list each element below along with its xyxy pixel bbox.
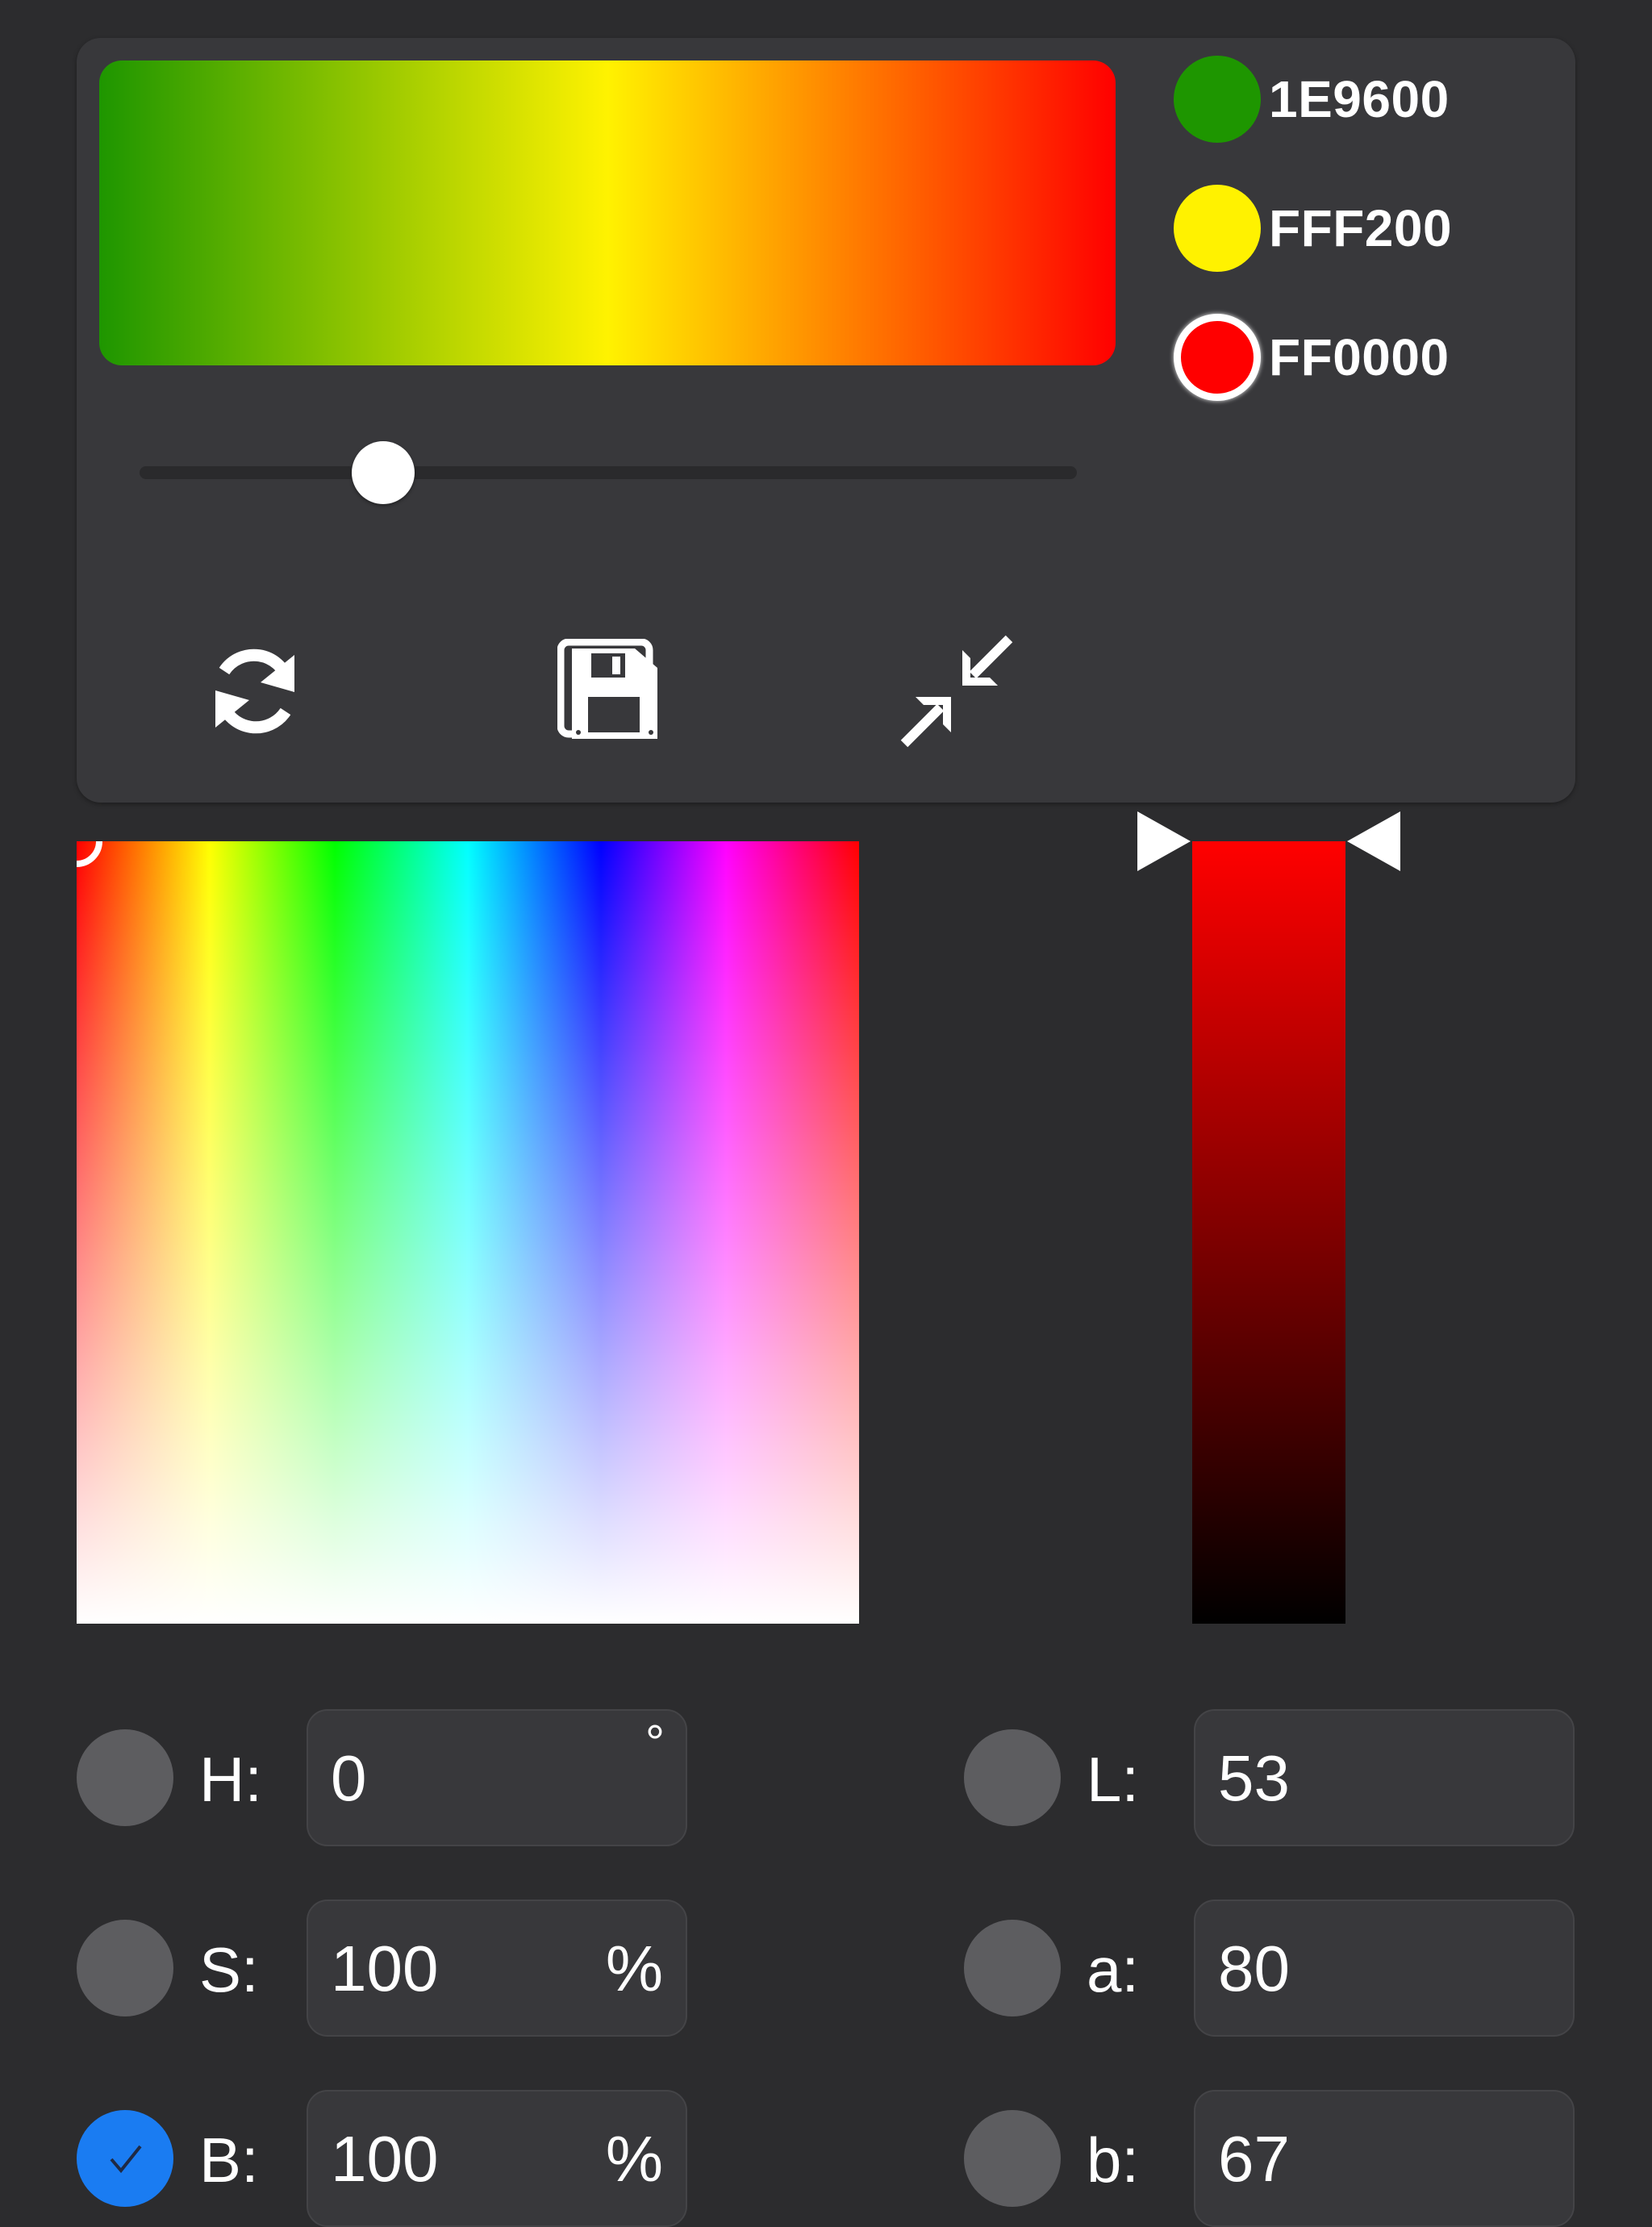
brightness-bar[interactable] [1192, 841, 1345, 1624]
gradient-stop-ff0000[interactable]: FF0000 [1174, 312, 1450, 402]
channel-s-unit: % [605, 1933, 663, 2004]
channel-b-label: B: [199, 2125, 259, 2196]
channel-lab-b-radio[interactable] [964, 2110, 1061, 2207]
stop-swatch[interactable] [1174, 185, 1261, 272]
channel-l-label: L: [1087, 1744, 1140, 1815]
refresh-icon [215, 648, 294, 734]
channel-b-value: 100 [331, 2123, 439, 2195]
gradient-position-slider-track[interactable] [140, 466, 1077, 479]
channel-l-value: 53 [1218, 1742, 1290, 1814]
channel-b-input[interactable]: 100 % [307, 2090, 687, 2227]
checkmark-icon [110, 2145, 142, 2174]
channel-l-radio[interactable] [964, 1729, 1061, 1826]
gradient-position-slider-thumb[interactable] [352, 441, 415, 504]
channel-s-input[interactable]: 100 % [307, 1900, 687, 2037]
refresh-button[interactable] [194, 631, 315, 752]
channel-b-unit: % [605, 2123, 663, 2195]
channel-s-radio[interactable] [77, 1920, 173, 2016]
channel-h-value: 0 [331, 1742, 367, 1814]
channel-a-value: 80 [1218, 1933, 1290, 2004]
brightness-marker-right[interactable] [1347, 811, 1400, 871]
collapse-button[interactable] [896, 631, 1017, 752]
collapse-arrows-icon [900, 635, 1013, 748]
channel-lab-b-value: 67 [1218, 2123, 1290, 2195]
save-button[interactable] [549, 631, 670, 752]
channel-s-value: 100 [331, 1933, 439, 2004]
channel-a-input[interactable]: 80 [1194, 1900, 1575, 2037]
gradient-preview[interactable] [99, 60, 1116, 365]
gradient-stop-fff200[interactable]: FFF200 [1174, 183, 1452, 273]
channel-a-label: a: [1087, 1934, 1140, 2005]
channel-h-unit: ° [645, 1716, 665, 1770]
channel-l-input[interactable]: 53 [1194, 1709, 1575, 1846]
stop-hex-label: FFF200 [1269, 199, 1453, 257]
channel-lab-b-input[interactable]: 67 [1194, 2090, 1575, 2227]
gradient-stop-1e9600[interactable]: 1E9600 [1174, 54, 1450, 144]
saturation-gradient-layer [77, 841, 859, 1624]
stop-swatch[interactable] [1174, 56, 1261, 143]
channel-s-label: S: [199, 1934, 259, 2005]
channel-b-radio[interactable] [77, 2110, 173, 2207]
save-floppy-icon [557, 639, 657, 739]
channel-h-label: H: [199, 1744, 262, 1815]
channel-h-radio[interactable] [77, 1729, 173, 1826]
brightness-marker-left[interactable] [1137, 811, 1191, 871]
stop-swatch[interactable] [1174, 314, 1261, 401]
stop-hex-label: FF0000 [1269, 328, 1450, 386]
channel-a-radio[interactable] [964, 1920, 1061, 2016]
channel-h-input[interactable]: 0 ° [307, 1709, 687, 1846]
channel-lab-b-label: b: [1087, 2125, 1140, 2196]
hue-saturation-square[interactable] [77, 841, 859, 1624]
gradient-editor-panel: 1E9600 FFF200 FF0000 [77, 38, 1575, 803]
stop-hex-label: 1E9600 [1269, 70, 1450, 128]
